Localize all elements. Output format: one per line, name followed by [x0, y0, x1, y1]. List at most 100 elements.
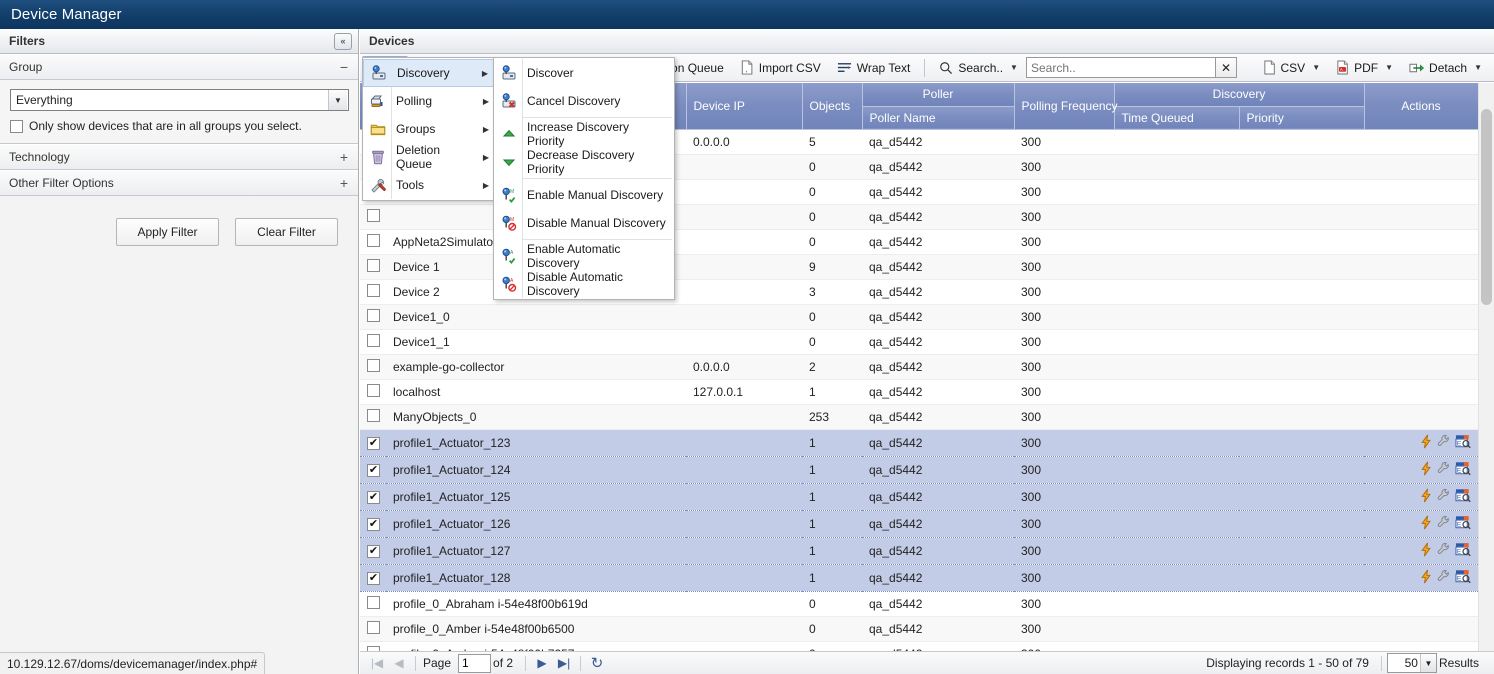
wrap-text-button[interactable]: Wrap Text: [829, 56, 919, 80]
table-row[interactable]: ✔ profile1_Actuator_126 1 qa_d5442 300 E: [360, 509, 1478, 538]
submenu-item-enable-manual-discovery[interactable]: M Enable Manual Discovery: [494, 181, 674, 209]
inspect-device-icon[interactable]: E: [1455, 434, 1471, 449]
chevron-down-icon[interactable]: ▼: [328, 90, 347, 110]
row-checkbox[interactable]: ✔: [367, 437, 380, 450]
row-checkbox[interactable]: [367, 383, 380, 397]
header-device-ip[interactable]: Device IP: [686, 83, 803, 130]
poll-now-icon[interactable]: [1419, 515, 1434, 530]
only-all-groups-checkbox[interactable]: [10, 119, 23, 133]
filter-section-technology[interactable]: Technology +: [0, 144, 358, 170]
row-checkbox[interactable]: [367, 258, 380, 272]
menu-item-deletion-queue[interactable]: Deletion Queue ▶: [363, 143, 495, 171]
header-poller-name[interactable]: Poller Name: [862, 106, 1015, 130]
configure-icon[interactable]: [1437, 461, 1452, 476]
filter-section-group[interactable]: Group −: [0, 54, 358, 80]
filter-section-other[interactable]: Other Filter Options +: [0, 170, 358, 196]
row-select-cell[interactable]: ✔: [360, 509, 386, 538]
plus-icon[interactable]: +: [340, 176, 348, 190]
plus-icon[interactable]: +: [340, 150, 348, 164]
row-checkbox[interactable]: [367, 620, 380, 634]
row-checkbox[interactable]: ✔: [367, 518, 380, 531]
row-checkbox[interactable]: ✔: [367, 491, 380, 504]
menu-item-tools[interactable]: Tools ▶: [363, 171, 495, 199]
table-row[interactable]: ✔ profile1_Actuator_123 1 qa_d5442 300 E: [360, 428, 1478, 457]
row-select-cell[interactable]: [360, 404, 386, 430]
table-row[interactable]: example-go-collector 0.0.0.0 2 qa_d5442 300: [360, 354, 1478, 380]
inspect-device-icon[interactable]: E: [1455, 542, 1471, 557]
clear-search-icon[interactable]: ✕: [1214, 57, 1237, 78]
first-page-icon[interactable]: |◀: [366, 653, 388, 673]
submenu-item-disable-manual-discovery[interactable]: M Disable Manual Discovery: [494, 209, 674, 237]
submenu-item-increase-discovery-priority[interactable]: Increase Discovery Priority: [494, 120, 674, 148]
row-select-cell[interactable]: [360, 204, 386, 230]
row-checkbox[interactable]: [367, 333, 380, 347]
table-row[interactable]: Device1_1 0 qa_d5442 300: [360, 329, 1478, 355]
row-select-cell[interactable]: [360, 254, 386, 280]
row-select-cell[interactable]: [360, 329, 386, 355]
table-row[interactable]: profile_0_Amber i-54e48f00b6500 0 qa_d5442…: [360, 616, 1478, 642]
header-objects[interactable]: Objects: [802, 83, 863, 130]
inspect-device-icon[interactable]: E: [1455, 569, 1471, 584]
row-select-cell[interactable]: ✔: [360, 536, 386, 565]
pdf-export-button[interactable]: A PDF ▼: [1328, 56, 1401, 80]
poll-now-icon[interactable]: [1419, 569, 1434, 584]
search-menu-button[interactable]: Search.. ▼: [931, 56, 1026, 80]
poll-now-icon[interactable]: [1419, 488, 1434, 503]
row-checkbox[interactable]: ✔: [367, 572, 380, 585]
configure-icon[interactable]: [1437, 542, 1452, 557]
import-csv-button[interactable]: , Import CSV: [732, 56, 829, 80]
row-select-cell[interactable]: [360, 304, 386, 330]
minus-icon[interactable]: −: [340, 60, 348, 74]
header-time-queued[interactable]: Time Queued: [1114, 106, 1240, 130]
page-number-input[interactable]: [458, 653, 492, 673]
submenu-item-cancel-discovery[interactable]: Cancel Discovery: [494, 87, 674, 115]
configure-icon[interactable]: [1437, 569, 1452, 584]
detach-button[interactable]: Detach ▼: [1401, 56, 1490, 80]
row-select-cell[interactable]: ✔: [360, 455, 386, 484]
submenu-item-decrease-discovery-priority[interactable]: Decrease Discovery Priority: [494, 148, 674, 176]
page-size-select[interactable]: 50 ▼: [1386, 653, 1437, 673]
inspect-device-icon[interactable]: E: [1455, 461, 1471, 476]
csv-export-button[interactable]: CSV ▼: [1255, 56, 1329, 80]
header-priority[interactable]: Priority: [1239, 106, 1365, 130]
table-row[interactable]: ✔ profile1_Actuator_128 1 qa_d5442 300 E: [360, 563, 1478, 592]
table-row[interactable]: ✔ profile1_Actuator_127 1 qa_d5442 300 E: [360, 536, 1478, 565]
row-select-cell[interactable]: [360, 229, 386, 255]
menu-item-polling[interactable]: Polling ▶: [363, 87, 495, 115]
next-page-icon[interactable]: ▶: [531, 653, 553, 673]
row-checkbox[interactable]: [367, 408, 380, 422]
refresh-icon[interactable]: ↻: [586, 653, 608, 673]
configure-icon[interactable]: [1437, 515, 1452, 530]
row-select-cell[interactable]: [360, 641, 386, 651]
clear-filter-button[interactable]: Clear Filter: [235, 218, 338, 246]
grid-vertical-scrollbar[interactable]: [1478, 83, 1494, 651]
row-select-cell[interactable]: ✔: [360, 482, 386, 511]
last-page-icon[interactable]: ▶|: [553, 653, 575, 673]
collapse-filters-icon[interactable]: «: [334, 32, 352, 50]
table-row[interactable]: ManyObjects_0 253 qa_d5442 300: [360, 404, 1478, 430]
submenu-item-disable-automatic-discovery[interactable]: A Disable Automatic Discovery: [494, 270, 674, 298]
prev-page-icon[interactable]: ◀: [388, 653, 410, 673]
row-select-cell[interactable]: [360, 354, 386, 380]
row-checkbox[interactable]: [367, 358, 380, 372]
row-checkbox[interactable]: [367, 595, 380, 609]
submenu-item-discover[interactable]: Discover: [494, 59, 674, 87]
row-select-cell[interactable]: [360, 279, 386, 305]
row-select-cell[interactable]: ✔: [360, 563, 386, 592]
poll-now-icon[interactable]: [1419, 461, 1434, 476]
table-row[interactable]: ✔ profile1_Actuator_125 1 qa_d5442 300 E: [360, 482, 1478, 511]
grid-scrollbar-thumb[interactable]: [1481, 109, 1492, 305]
row-select-cell[interactable]: [360, 379, 386, 405]
table-row[interactable]: profile_0_Abraham i-54e48f00b619d 0 qa_d54…: [360, 591, 1478, 617]
table-row[interactable]: profile_0_Amber i-54e48f00b7257 0qa_d5442…: [360, 641, 1478, 651]
group-select[interactable]: Everything ▼: [10, 89, 349, 111]
row-checkbox[interactable]: [367, 308, 380, 322]
poll-now-icon[interactable]: [1419, 542, 1434, 557]
header-polling-frequency[interactable]: Polling Frequency: [1014, 83, 1118, 130]
row-checkbox[interactable]: [367, 233, 380, 247]
search-input[interactable]: [1025, 57, 1216, 78]
only-all-groups-row[interactable]: Only show devices that are in all groups…: [10, 119, 348, 133]
table-row[interactable]: ✔ profile1_Actuator_124 1 qa_d5442 300 E: [360, 455, 1478, 484]
table-row[interactable]: localhost 127.0.0.1 1 qa_d5442 300: [360, 379, 1478, 405]
configure-icon[interactable]: [1437, 434, 1452, 449]
